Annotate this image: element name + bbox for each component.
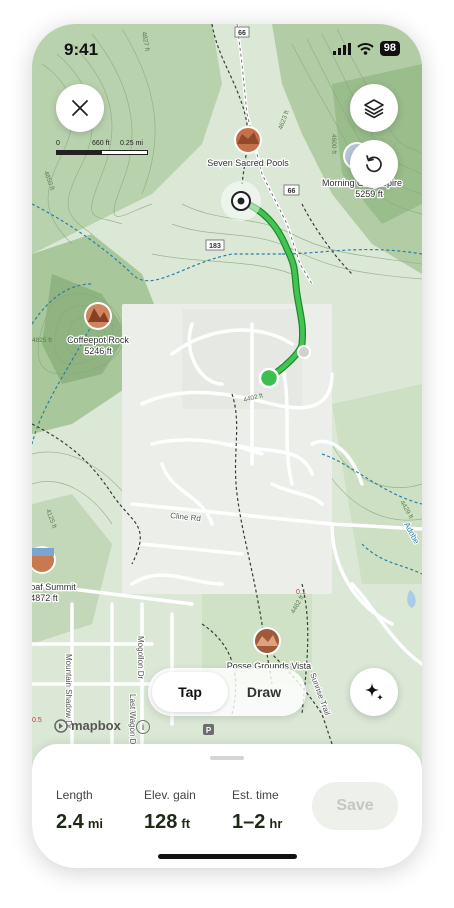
scale-miles: 0.25 mi <box>120 140 143 147</box>
route-end-marker <box>258 367 280 389</box>
sheet-grabber[interactable] <box>210 756 244 760</box>
elevation-label: Elev. gain <box>144 788 196 802</box>
shield-183: 183 <box>209 243 221 250</box>
scale-bar <box>56 150 148 155</box>
poi-marker-posse-grounds-vista <box>253 627 281 655</box>
route-stats-sheet: Length 2.4 mi Elev. gain 128 ft Est. time … <box>32 744 422 868</box>
label-morning-glory-elev: 5259 ft <box>355 189 383 199</box>
length-unit: mi <box>87 816 103 831</box>
mode-toggle: Tap Draw <box>148 668 306 716</box>
sparkle-icon <box>365 683 383 701</box>
poi-marker-coffeepot-rock <box>84 302 112 330</box>
status-bar: 9:41 98 <box>32 24 422 72</box>
mapbox-attribution[interactable]: mapbox <box>54 718 121 733</box>
auto-route-button[interactable] <box>350 668 398 716</box>
close-icon <box>72 100 88 116</box>
time-label: Est. time <box>232 788 279 802</box>
contour-label: 4600 ft <box>330 134 337 154</box>
elevation-value: 128 <box>144 811 178 833</box>
elevation-stat: Elev. gain 128 ft <box>144 788 196 834</box>
time-value: 1–2 <box>232 811 266 833</box>
label-seven-sacred-pools: Seven Sacred Pools <box>207 158 289 168</box>
scale-zero: 0 <box>56 140 60 147</box>
mapbox-wordmark: mapbox <box>71 718 121 733</box>
battery-icon: 98 <box>379 41 400 56</box>
label-coffeepot-elev: 5246 ft <box>84 346 112 356</box>
home-indicator <box>158 854 297 859</box>
road-last-wagon: Last Wagon Dr <box>128 694 137 747</box>
svg-text:0.1: 0.1 <box>296 589 306 596</box>
map-scale: 0 660 ft 0.25 mi <box>56 140 148 160</box>
time-unit: hr <box>269 816 283 831</box>
label-coffeepot-rock: Coffeepot Rock <box>67 335 129 345</box>
status-time: 9:41 <box>64 40 99 59</box>
time-stat: Est. time 1–2 hr <box>232 788 282 834</box>
road-mogollon: Mogollon Dr <box>136 636 145 679</box>
shield-66b: 66 <box>288 188 296 195</box>
undo-icon <box>366 155 382 173</box>
draw-mode-button[interactable]: Draw <box>226 672 302 712</box>
elevation-unit: ft <box>181 816 191 831</box>
phone-frame: 66 183 66 Seven Sacred Pools Coffeepot R… <box>32 24 422 868</box>
svg-text:P: P <box>206 726 212 735</box>
route-waypoint-marker <box>297 345 311 359</box>
poi-marker-seven-sacred-pools <box>234 126 262 154</box>
contour-label: 4825 ft <box>32 337 52 344</box>
length-stat: Length 2.4 mi <box>56 788 103 834</box>
close-button[interactable] <box>56 84 104 132</box>
label-sugarloaf-elev: 4872 ft <box>32 593 58 603</box>
layers-icon <box>364 99 384 119</box>
label-sugarloaf-summit: Sugarloaf Summit <box>32 582 76 592</box>
scale-feet: 660 ft <box>92 140 110 147</box>
mapbox-logo-icon <box>54 718 68 733</box>
undo-button[interactable] <box>350 140 398 188</box>
layers-button[interactable] <box>350 84 398 132</box>
map-info-icon[interactable]: i <box>136 720 150 734</box>
svg-text:0.5: 0.5 <box>32 717 42 724</box>
status-icons: 98 <box>332 41 400 56</box>
wifi-icon <box>357 42 374 55</box>
save-button[interactable]: Save <box>312 782 398 830</box>
length-label: Length <box>56 788 93 802</box>
tap-mode-button[interactable]: Tap <box>152 672 228 712</box>
length-value: 2.4 <box>56 811 84 833</box>
cellular-signal-icon <box>332 42 351 55</box>
